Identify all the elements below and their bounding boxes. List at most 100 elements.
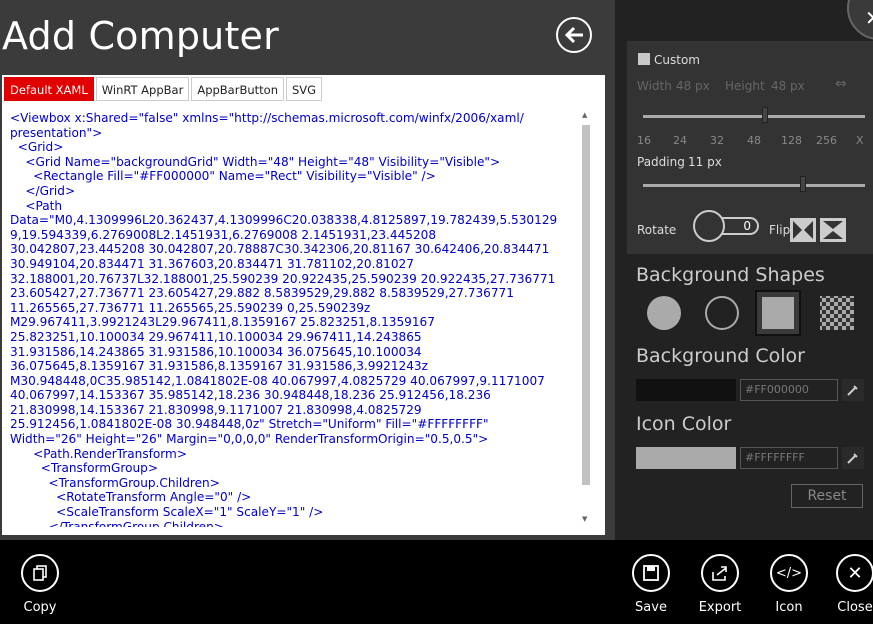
background-eyedropper-button[interactable]	[842, 379, 864, 401]
circle-outline-icon	[705, 296, 739, 330]
width-unit: px	[695, 79, 710, 93]
close-button[interactable]: ✕ Close	[825, 554, 873, 615]
export-label: Export	[698, 600, 742, 615]
tick-32: 32	[710, 134, 724, 147]
code-line: 11.265565,27.736771 11.265565,25.590239 …	[10, 300, 371, 315]
code-line: <Path.RenderTransform>	[10, 446, 187, 461]
size-slider[interactable]	[643, 115, 865, 118]
height-unit: px	[790, 79, 805, 93]
flip-horizontal-icon	[793, 221, 813, 239]
flip-vertical-icon	[823, 221, 843, 239]
main-area: Add Computer Default XAML WinRT AppBar A…	[0, 0, 615, 540]
rotate-knob[interactable]	[693, 210, 725, 242]
settings-sidebar: ✕ Custom Width 48 px Height 48 px ⇔ 16 2…	[615, 0, 873, 540]
rotate-value[interactable]: 0	[719, 217, 759, 235]
copy-button[interactable]: Copy	[10, 554, 70, 615]
copy-label: Copy	[23, 600, 57, 615]
icon-label: Icon	[775, 600, 803, 615]
height-label: Height	[725, 79, 765, 93]
save-label: Save	[635, 600, 667, 615]
icon-color-input[interactable]: #FFFFFFFF	[740, 447, 838, 469]
background-color-input[interactable]: #FF000000	[740, 379, 838, 401]
arrow-left-icon	[564, 26, 583, 44]
code-line: <Viewbox x:Shared="false" xmlns="http://…	[10, 111, 524, 125]
background-color-swatch[interactable]	[636, 379, 736, 401]
page-title: Add Computer	[2, 14, 279, 58]
code-line: 31.931586,14.243865 31.931586,10.100034 …	[10, 344, 422, 359]
tab-winrt-appbar[interactable]: WinRT AppBar	[95, 77, 190, 101]
code-line: <TransformGroup>	[10, 461, 158, 476]
save-icon	[643, 565, 659, 581]
code-line: 30.042807,23.445208 30.042807,20.78887C3…	[10, 242, 550, 257]
rotate-control[interactable]: 0	[693, 210, 759, 242]
tab-appbarbutton[interactable]: AppBarButton	[191, 77, 284, 101]
icon-button[interactable]: </> Icon	[759, 554, 819, 615]
code-line: 40.067997,14.153367 35.985142,18.236 30.…	[10, 388, 491, 403]
eyedropper-icon	[847, 385, 858, 396]
height-value[interactable]: 48	[771, 79, 786, 93]
scroll-up-icon[interactable]: ▲	[582, 111, 587, 119]
shape-transparent[interactable]	[814, 290, 860, 336]
code-line: </Grid>	[10, 183, 76, 198]
scrollbar-thumb[interactable]	[582, 125, 590, 485]
code-line: <Rectangle Fill="#FF000000" Name="Rect" …	[10, 169, 436, 184]
code-line: Data="M0,4.1309996L20.362437,4.1309996C2…	[10, 213, 558, 228]
code-panel: Default XAML WinRT AppBar AppBarButton S…	[2, 75, 605, 535]
close-panel-button[interactable]: ✕	[847, 0, 873, 40]
custom-checkbox[interactable]	[638, 53, 650, 65]
vertical-scrollbar[interactable]: ▲ ▼	[580, 111, 592, 527]
tab-bar: Default XAML WinRT AppBar AppBarButton S…	[4, 77, 324, 101]
shape-circle-filled[interactable]	[641, 290, 687, 336]
padding-slider-thumb[interactable]	[799, 176, 806, 192]
custom-label: Custom	[654, 53, 700, 67]
code-line: 32.188001,20.76737L32.188001,25.590239 2…	[10, 271, 556, 286]
code-line: </TransformGroup.Children>	[10, 519, 224, 527]
tick-x: X	[856, 134, 864, 147]
tab-default-xaml[interactable]: Default XAML	[4, 77, 94, 101]
flip-vertical-button[interactable]	[820, 218, 846, 242]
link-icon[interactable]: ⇔	[835, 76, 847, 92]
export-icon	[712, 566, 727, 581]
tick-48: 48	[747, 134, 761, 147]
circle-filled-icon	[647, 296, 681, 330]
width-value[interactable]: 48	[676, 79, 691, 93]
reset-button[interactable]: Reset	[791, 484, 863, 508]
shape-square[interactable]	[755, 290, 801, 336]
code-line: 30.949104,20.834471 31.367603,20.834471 …	[10, 256, 414, 271]
code-line: <TransformGroup.Children>	[10, 475, 220, 490]
code-line: 21.830998,14.153367 21.830998,9.1171007 …	[10, 402, 422, 417]
checkerboard-icon	[820, 296, 854, 330]
padding-slider[interactable]	[643, 184, 865, 187]
rotate-label: Rotate	[637, 223, 677, 237]
back-button[interactable]	[556, 17, 592, 53]
padding-label: Padding	[637, 155, 685, 169]
app-bar: Copy Save Export </> Icon ✕ Close	[0, 540, 873, 624]
code-line: <Grid>	[10, 140, 64, 155]
flip-horizontal-button[interactable]	[790, 218, 816, 242]
save-button[interactable]: Save	[621, 554, 681, 615]
code-line: M30.948448,0C35.985142,1.0841802E-08 40.…	[10, 373, 545, 388]
code-line: <RotateTransform Angle="0" />	[10, 490, 252, 505]
icon-color-swatch[interactable]	[636, 447, 736, 469]
export-button[interactable]: Export	[690, 554, 750, 615]
background-shapes-heading: Background Shapes	[636, 264, 825, 286]
code-line: Width="26" Height="26" Margin="0,0,0,0" …	[10, 432, 489, 447]
code-line: 25.823251,10.100034 29.967411,10.100034 …	[10, 329, 422, 344]
tick-16: 16	[637, 134, 651, 147]
close-label: Close	[837, 600, 873, 615]
shape-circle-outline[interactable]	[699, 290, 745, 336]
flip-label: Flip	[769, 223, 791, 237]
code-line: 23.605427,27.736771 23.605427,29.882 8.5…	[10, 286, 514, 301]
icon-color-heading: Icon Color	[636, 413, 732, 435]
size-slider-thumb[interactable]	[762, 107, 769, 123]
tab-svg[interactable]: SVG	[285, 77, 323, 101]
width-label: Width	[637, 79, 672, 93]
code-line: 9,19.594339,6.2769008L2.1451931,6.276900…	[10, 227, 437, 242]
icon-eyedropper-button[interactable]	[842, 447, 864, 469]
scroll-down-icon[interactable]: ▼	[582, 515, 587, 523]
xaml-code-text[interactable]: <Viewbox x:Shared="false" xmlns="http://…	[10, 111, 575, 527]
close-icon: ✕	[847, 562, 863, 584]
size-settings-group: Custom Width 48 px Height 48 px ⇔ 16 24 …	[627, 41, 873, 254]
tick-24: 24	[673, 134, 687, 147]
background-color-heading: Background Color	[636, 345, 805, 367]
